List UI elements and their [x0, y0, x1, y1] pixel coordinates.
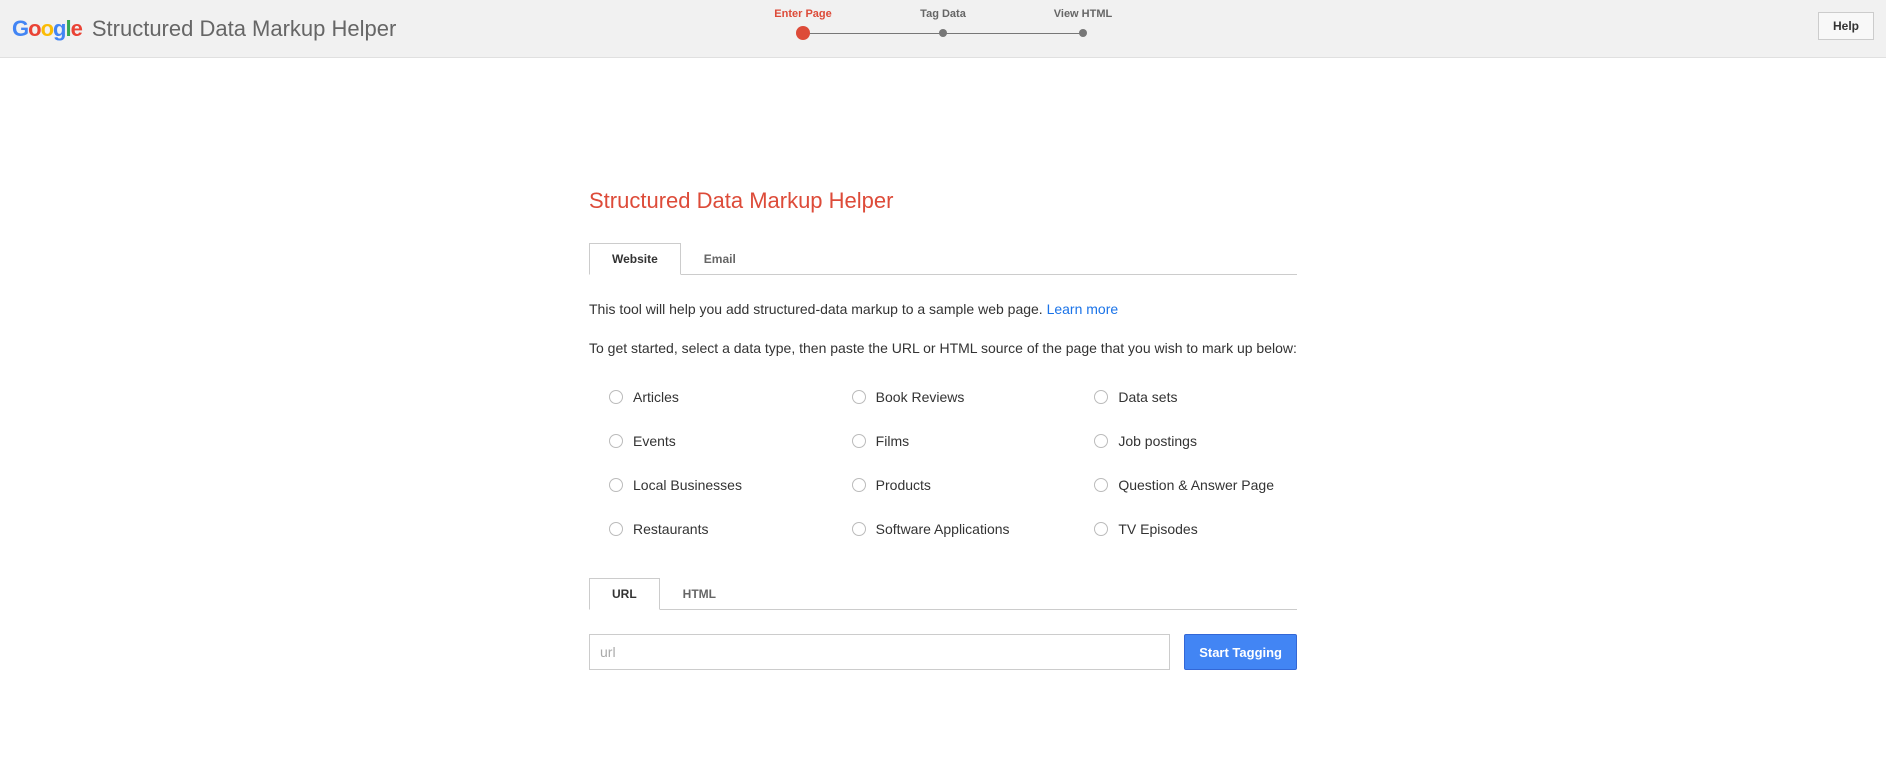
radio-tv-episodes[interactable]: TV Episodes: [1094, 521, 1297, 537]
radio-restaurants[interactable]: Restaurants: [609, 521, 812, 537]
intro-text-2: To get started, select a data type, then…: [589, 338, 1297, 359]
radio-articles[interactable]: Articles: [609, 389, 812, 405]
start-tagging-button[interactable]: Start Tagging: [1184, 634, 1297, 670]
radio-label: Question & Answer Page: [1118, 477, 1274, 493]
app-title: Structured Data Markup Helper: [92, 16, 396, 42]
url-section: URL HTML Start Tagging: [589, 577, 1297, 670]
radio-data-sets[interactable]: Data sets: [1094, 389, 1297, 405]
data-type-col-1: Articles Events Local Businesses Restaurant…: [609, 389, 812, 537]
radio-label: TV Episodes: [1118, 521, 1197, 537]
radio-icon: [852, 434, 866, 448]
stepper-step-tag-data: Tag Data: [903, 8, 983, 20]
radio-icon: [1094, 390, 1108, 404]
radio-book-reviews[interactable]: Book Reviews: [852, 389, 1055, 405]
radio-icon: [609, 434, 623, 448]
stepper-dot-1-icon: [796, 26, 810, 40]
input-type-tabs: URL HTML: [589, 577, 1297, 610]
radio-label: Job postings: [1118, 433, 1197, 449]
radio-label: Local Businesses: [633, 477, 742, 493]
radio-label: Products: [876, 477, 931, 493]
radio-icon: [1094, 522, 1108, 536]
radio-label: Articles: [633, 389, 679, 405]
radio-label: Films: [876, 433, 909, 449]
radio-label: Data sets: [1118, 389, 1177, 405]
radio-label: Restaurants: [633, 521, 708, 537]
radio-icon: [852, 478, 866, 492]
tab-website[interactable]: Website: [589, 243, 681, 275]
radio-icon: [1094, 434, 1108, 448]
radio-label: Software Applications: [876, 521, 1010, 537]
help-button[interactable]: Help: [1818, 12, 1874, 40]
radio-icon: [609, 522, 623, 536]
tab-html[interactable]: HTML: [660, 578, 739, 610]
stepper-step-view-html: View HTML: [1043, 8, 1123, 20]
intro-text-1: This tool will help you add structured-d…: [589, 299, 1297, 320]
header-bar: Google Structured Data Markup Helper Ent…: [0, 0, 1886, 58]
url-input[interactable]: [589, 634, 1170, 670]
radio-icon: [852, 390, 866, 404]
radio-films[interactable]: Films: [852, 433, 1055, 449]
stepper-dot-3-icon: [1079, 29, 1087, 37]
radio-products[interactable]: Products: [852, 477, 1055, 493]
page-title: Structured Data Markup Helper: [589, 188, 1297, 214]
learn-more-link[interactable]: Learn more: [1047, 301, 1119, 317]
intro-text-1a: This tool will help you add structured-d…: [589, 301, 1047, 317]
radio-icon: [1094, 478, 1108, 492]
radio-icon: [609, 478, 623, 492]
radio-software-applications[interactable]: Software Applications: [852, 521, 1055, 537]
content-type-tabs: Website Email: [589, 242, 1297, 275]
data-types: Articles Events Local Businesses Restaurant…: [609, 389, 1297, 537]
radio-question-answer-page[interactable]: Question & Answer Page: [1094, 477, 1297, 493]
radio-label: Book Reviews: [876, 389, 965, 405]
radio-icon: [852, 522, 866, 536]
main-content: Structured Data Markup Helper Website Em…: [579, 188, 1307, 670]
stepper: Enter Page Tag Data View HTML: [763, 8, 1123, 40]
stepper-dot-2-icon: [939, 29, 947, 37]
google-logo: Google: [12, 16, 82, 42]
tab-url[interactable]: URL: [589, 578, 660, 610]
radio-icon: [609, 390, 623, 404]
tab-email[interactable]: Email: [681, 243, 759, 275]
logo-area: Google Structured Data Markup Helper: [12, 16, 396, 42]
data-type-col-2: Book Reviews Films Products Software Applic…: [852, 389, 1055, 537]
radio-job-postings[interactable]: Job postings: [1094, 433, 1297, 449]
radio-local-businesses[interactable]: Local Businesses: [609, 477, 812, 493]
radio-label: Events: [633, 433, 676, 449]
radio-events[interactable]: Events: [609, 433, 812, 449]
data-type-col-3: Data sets Job postings Question & Answer P…: [1094, 389, 1297, 537]
stepper-step-enter-page: Enter Page: [763, 8, 843, 20]
